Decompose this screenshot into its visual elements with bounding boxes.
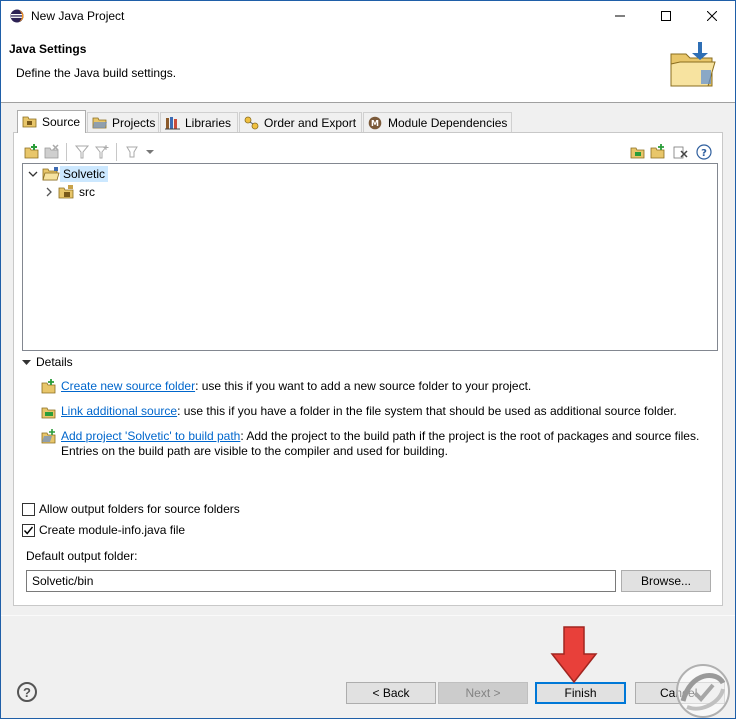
toolbar-separator xyxy=(66,143,67,161)
tab-libraries[interactable]: Libraries xyxy=(160,112,238,133)
create-folder-icon xyxy=(41,379,56,394)
link-additional-source-link[interactable]: Link additional source xyxy=(61,404,177,418)
triangle-down-icon xyxy=(22,359,31,365)
tree-item-label: Solvetic xyxy=(60,166,109,182)
close-button[interactable] xyxy=(689,1,735,31)
svg-text:?: ? xyxy=(701,148,707,159)
toolbar-separator xyxy=(116,143,117,161)
source-tab-panel: ? Solvetic src Details Create new source… xyxy=(13,132,723,606)
browse-button[interactable]: Browse... xyxy=(621,570,711,592)
filter-edit-icon[interactable] xyxy=(94,144,110,160)
link-source-icon[interactable] xyxy=(630,144,646,160)
tab-module-dependencies-label: Module Dependencies xyxy=(388,116,508,130)
detail-text: : use this if you have a folder in the f… xyxy=(177,404,677,418)
allow-output-folders-label: Allow output folders for source folders xyxy=(39,502,240,516)
page-title: Java Settings xyxy=(9,42,87,56)
create-module-info-option[interactable]: Create module-info.java file xyxy=(22,523,185,537)
back-button[interactable]: < Back xyxy=(346,682,436,704)
minimize-icon xyxy=(615,15,625,17)
tab-projects[interactable]: Projects xyxy=(87,112,159,133)
title-bar: New Java Project xyxy=(1,1,735,31)
link-folder-icon xyxy=(41,407,56,419)
eclipse-icon xyxy=(10,9,24,23)
tree-item-src[interactable]: src xyxy=(43,183,98,201)
details-label: Details xyxy=(36,355,73,369)
add-folder-icon[interactable] xyxy=(650,144,666,160)
default-output-folder-label: Default output folder: xyxy=(26,549,138,563)
tree-item-label: src xyxy=(79,185,95,199)
source-folder-tree[interactable]: Solvetic src xyxy=(22,163,718,351)
create-module-info-checkbox[interactable] xyxy=(22,523,35,537)
close-icon xyxy=(707,11,717,21)
tab-libraries-label: Libraries xyxy=(185,116,232,130)
source-folder-icon xyxy=(22,116,37,128)
projects-icon xyxy=(92,117,107,129)
chevron-down-icon[interactable] xyxy=(27,168,39,180)
details-toggle[interactable]: Details xyxy=(22,355,73,369)
tab-projects-label: Projects xyxy=(112,116,156,130)
remove-icon[interactable] xyxy=(672,144,688,160)
minimize-button[interactable] xyxy=(597,1,643,31)
red-arrow-icon xyxy=(550,626,598,684)
tab-order-export-label: Order and Export xyxy=(264,116,357,130)
new-java-project-dialog: New Java Project Java Settings Define th… xyxy=(0,0,736,719)
tab-module-dependencies[interactable]: M Module Dependencies xyxy=(363,112,512,133)
tree-item-project[interactable]: Solvetic xyxy=(27,165,109,183)
svg-text:M: M xyxy=(371,119,379,128)
libraries-icon xyxy=(165,117,180,130)
next-button[interactable]: Next > xyxy=(438,682,528,704)
window-title: New Java Project xyxy=(31,9,125,23)
detail-text: : Add the project to the build path if t… xyxy=(240,429,700,443)
add-source-folder-icon[interactable] xyxy=(24,144,40,160)
wizard-header: Java Settings Define the Java build sett… xyxy=(1,31,735,103)
tab-source-label: Source xyxy=(42,115,81,129)
help-button[interactable]: ? xyxy=(17,682,37,702)
add-to-build-path-icon xyxy=(41,429,56,444)
page-description: Define the Java build settings. xyxy=(16,66,177,80)
new-folder-wizard-icon xyxy=(670,42,716,87)
solvetic-logo-icon xyxy=(676,664,730,718)
package-folder-icon xyxy=(58,184,74,198)
footer-divider xyxy=(1,615,735,616)
detail-text: : use this if you want to add a new sour… xyxy=(195,379,532,393)
finish-button[interactable]: Finish xyxy=(535,682,626,704)
create-source-folder-link[interactable]: Create new source folder xyxy=(61,379,195,393)
order-export-icon xyxy=(244,116,259,130)
add-project-build-path-link[interactable]: Add project 'Solvetic' to build path xyxy=(61,429,240,443)
chevron-right-icon[interactable] xyxy=(43,186,55,198)
remove-source-folder-icon[interactable] xyxy=(44,144,60,160)
chevron-down-icon[interactable] xyxy=(142,144,158,160)
source-toolbar: ? xyxy=(22,141,718,163)
create-module-info-label: Create module-info.java file xyxy=(39,523,186,537)
default-output-folder-input[interactable] xyxy=(26,570,616,592)
maximize-button[interactable] xyxy=(643,1,689,31)
tab-order-export[interactable]: Order and Export xyxy=(239,112,362,133)
allow-output-folders-option[interactable]: Allow output folders for source folders xyxy=(22,502,240,516)
filter-icon[interactable] xyxy=(74,144,90,160)
allow-output-folders-checkbox[interactable] xyxy=(22,502,35,516)
module-icon: M xyxy=(368,116,382,130)
help-icon[interactable]: ? xyxy=(696,144,712,160)
tab-source[interactable]: Source xyxy=(17,110,86,133)
maximize-icon xyxy=(661,11,671,21)
configure-icon[interactable] xyxy=(124,144,140,160)
checkmark-icon xyxy=(23,526,34,535)
detail-text-continued: Entries on the build path are visible to… xyxy=(61,444,448,458)
project-folder-icon xyxy=(42,166,60,180)
